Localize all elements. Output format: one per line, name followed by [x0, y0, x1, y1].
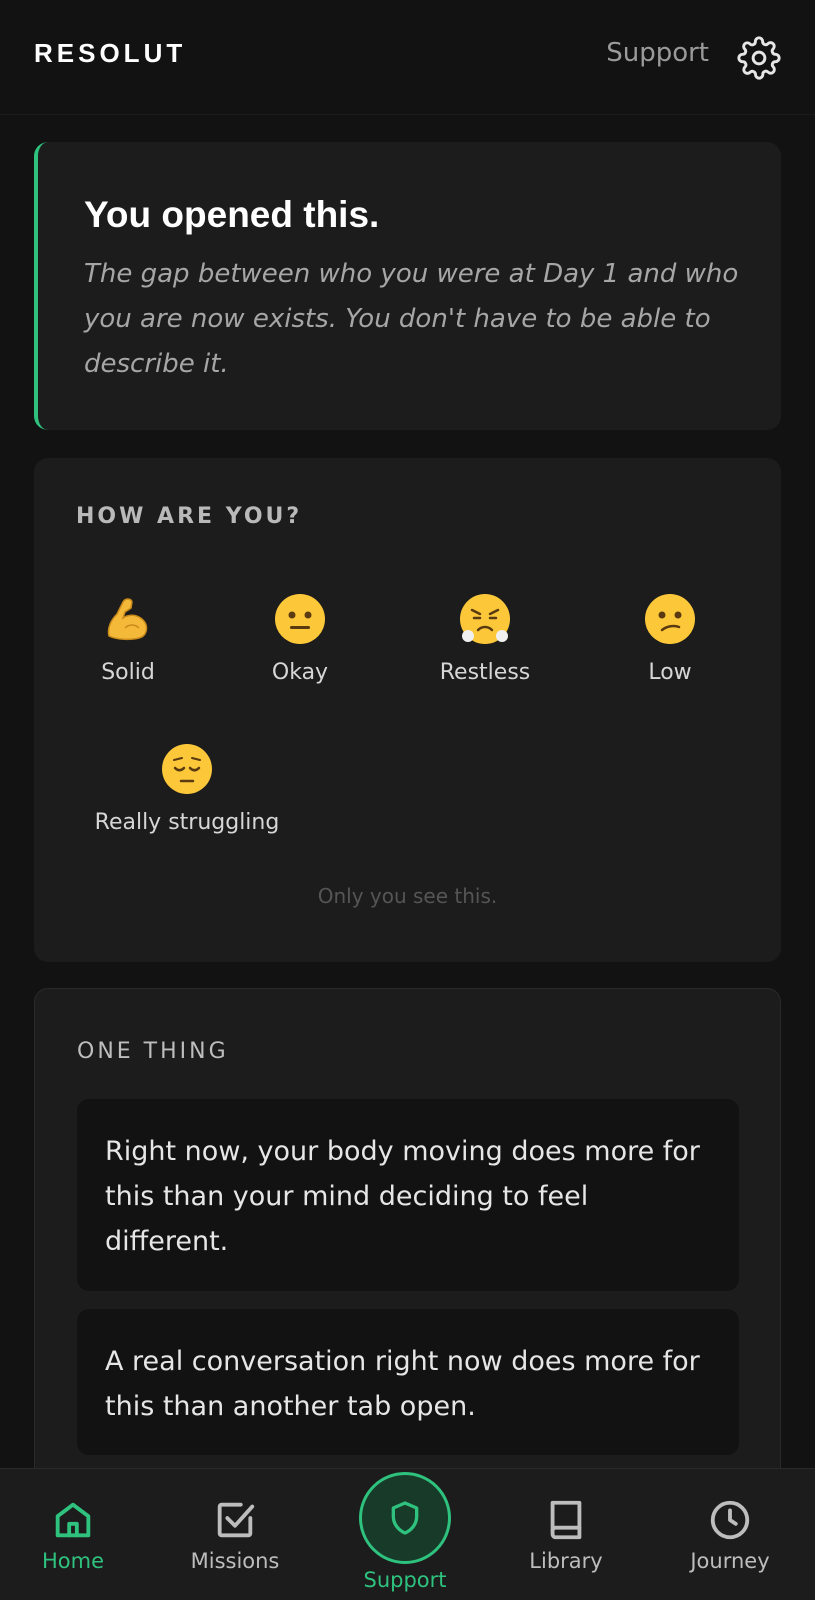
tip-card[interactable]: Right now, your body moving does more fo…: [77, 1099, 739, 1291]
nav-label-library: Library: [529, 1549, 603, 1573]
mood-option-low[interactable]: Low: [620, 592, 720, 685]
mood-option-okay[interactable]: Okay: [250, 592, 350, 685]
pensive-face-emoji: [162, 744, 212, 794]
home-icon: [55, 1502, 91, 1538]
confused-face-emoji: [645, 594, 695, 644]
mood-label-solid: Solid: [101, 660, 155, 685]
book-icon: [550, 1500, 582, 1540]
nav-missions[interactable]: Missions: [180, 1497, 290, 1573]
nav-journey[interactable]: Journey: [678, 1497, 782, 1573]
steaming-face-emoji: [460, 594, 510, 644]
nav-label-support[interactable]: Support: [355, 1568, 455, 1592]
mood-option-restless[interactable]: Restless: [420, 592, 550, 685]
shield-icon: [391, 1501, 419, 1535]
nav-library[interactable]: Library: [516, 1497, 616, 1573]
top-bar: RESOLUT Support: [0, 0, 815, 115]
mood-label-low: Low: [648, 660, 692, 685]
checkbox-icon: [217, 1502, 255, 1538]
intro-title: You opened this.: [84, 194, 380, 235]
privacy-note: Only you see this.: [317, 884, 498, 908]
intro-body: The gap between who you were at Day 1 an…: [84, 259, 739, 379]
gear-icon[interactable]: [737, 36, 781, 80]
app-root: RESOLUT Support You opened this. The gap…: [0, 0, 815, 1600]
mood-label-really-struggling: Really struggling: [94, 810, 280, 835]
support-fab[interactable]: [359, 1472, 451, 1564]
mood-card: HOW ARE YOU? Solid Okay Restless Low Rea…: [34, 458, 781, 962]
mood-option-really-struggling[interactable]: Really struggling: [94, 742, 280, 835]
intro-card: You opened this. The gap between who you…: [34, 142, 781, 430]
neutral-face-emoji: [275, 594, 325, 644]
mood-heading: HOW ARE YOU?: [76, 504, 303, 529]
flexed-biceps-emoji: [107, 598, 148, 641]
mood-option-solid[interactable]: Solid: [78, 592, 178, 685]
one-thing-heading: ONE THING: [77, 1039, 229, 1064]
mood-label-okay: Okay: [271, 660, 329, 685]
tip-card[interactable]: A real conversation right now does more …: [77, 1309, 739, 1455]
nav-label-journey: Journey: [690, 1549, 770, 1573]
nav-home[interactable]: Home: [28, 1497, 118, 1573]
clock-icon: [710, 1500, 750, 1540]
nav-label-missions: Missions: [190, 1549, 280, 1573]
brand-logo: RESOLUT: [34, 38, 187, 68]
nav-label-home: Home: [41, 1549, 104, 1573]
support-link[interactable]: Support: [606, 38, 709, 68]
mood-label-restless: Restless: [439, 660, 531, 685]
